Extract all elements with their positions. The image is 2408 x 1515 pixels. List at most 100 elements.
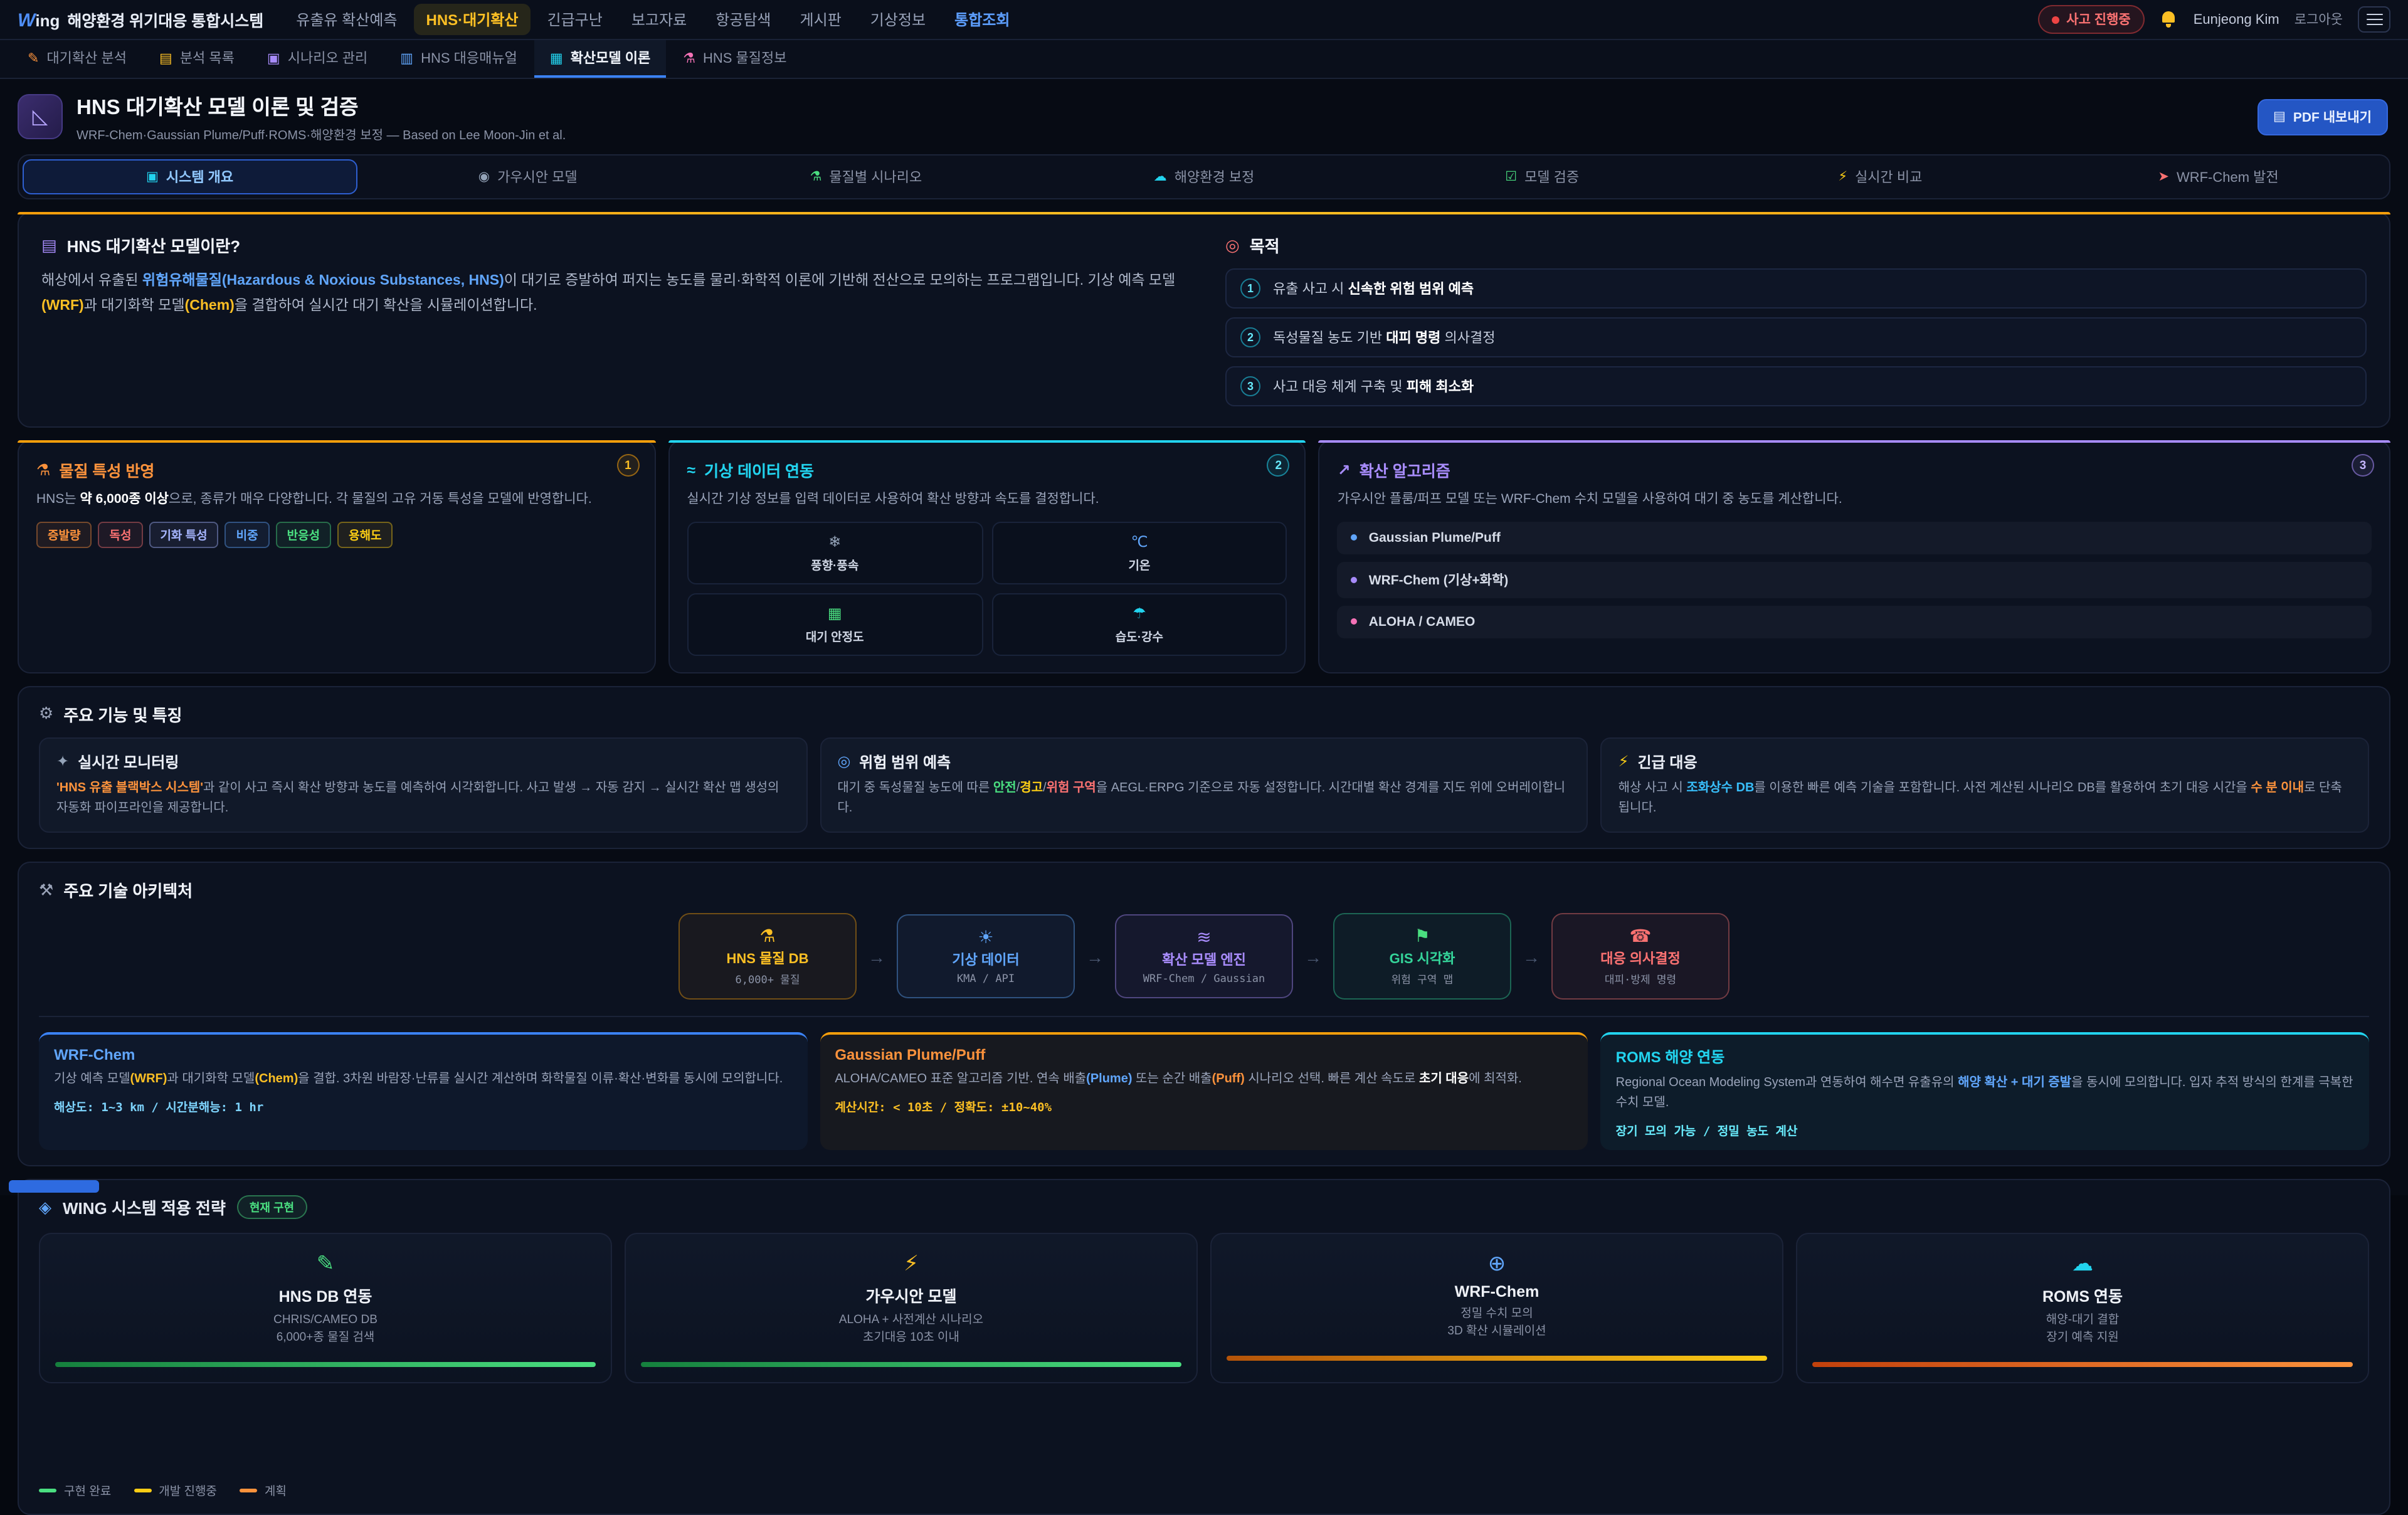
- book-icon: ▤: [41, 235, 57, 255]
- tech-wrfchem: WRF-Chem 기상 예측 모델(WRF)과 대기화학 모델(Chem)을 결…: [39, 1032, 807, 1150]
- droplet-icon: ☂: [1133, 604, 1146, 622]
- tab-substance-scenarios[interactable]: ⚗물질별 시나리오: [699, 159, 1033, 194]
- arrow-icon: →: [1086, 946, 1104, 966]
- tag-evaporation: 증발량: [36, 522, 92, 548]
- algorithm-item: ALOHA / CAMEO: [1338, 606, 2372, 638]
- section-tabs: ▣시스템 개요 ◉가우시안 모델 ⚗물질별 시나리오 ☁해양환경 보정 ☑모델 …: [18, 154, 2390, 199]
- tech-grid: WRF-Chem 기상 예측 모델(WRF)과 대기화학 모델(Chem)을 결…: [39, 1016, 2369, 1150]
- hamburger-menu-icon[interactable]: [2358, 6, 2390, 33]
- list-icon: ▤: [159, 50, 172, 66]
- status-legend: 구현 완료 개발 진행중 계획: [39, 1464, 2369, 1499]
- nav-item-reports[interactable]: 보고자료: [619, 4, 699, 35]
- feature-realtime-monitoring: ✦실시간 모니터링 'HNS 유출 블랙박스 시스템'과 같이 사고 즉시 확산…: [39, 737, 807, 833]
- subtab-scenario-management[interactable]: ▣시나리오 관리: [252, 40, 383, 78]
- flow-hns-db: ⚗HNS 물질 DB6,000+ 물질: [679, 913, 857, 1000]
- wind-icon: ≋: [1121, 927, 1287, 948]
- strategy-card-wrfchem: ⊕ WRF-Chem 정밀 수치 모의 3D 확산 시뮬레이션: [1210, 1233, 1783, 1383]
- subtab-hns-manual[interactable]: ▥HNS 대응매뉴얼: [385, 40, 532, 78]
- main-content: ▤HNS 대기확산 모델이란? 해상에서 유출된 위험유해물질(Hazardou…: [0, 212, 2408, 1515]
- trend-icon: ↗: [1338, 460, 1351, 479]
- progress-bar: [641, 1361, 1181, 1366]
- features-panel: ⚙주요 기능 및 특징 ✦실시간 모니터링 'HNS 유출 블랙박스 시스템'과…: [18, 686, 2390, 850]
- globe-icon: ⊕: [1488, 1252, 1506, 1277]
- legend-in-progress: 개발 진행중: [134, 1481, 217, 1499]
- strategy-card-gaussian: ⚡ 가우시안 모델 ALOHA + 사전계산 시나리오 초기대응 10초 이내: [625, 1233, 1198, 1383]
- strategy-card-hns-db: ✎ HNS DB 연동 CHRIS/CAMEO DB 6,000+종 물질 검색: [39, 1233, 612, 1383]
- sub-nav: ✎대기확산 분석 ▤분석 목록 ▣시나리오 관리 ▥HNS 대응매뉴얼 ▦확산모…: [0, 40, 2408, 79]
- sun-icon: ☀: [903, 927, 1069, 948]
- document-icon: ▤: [2273, 109, 2286, 124]
- page-header: ◺ HNS 대기확산 모델 이론 및 검증 WRF-Chem·Gaussian …: [0, 79, 2408, 152]
- notification-bell-icon[interactable]: [2160, 10, 2178, 29]
- subtab-hns-substance-info[interactable]: ⚗HNS 물질정보: [668, 40, 801, 78]
- tab-gaussian-model[interactable]: ◉가우시안 모델: [361, 159, 695, 194]
- strategy-title: WING 시스템 적용 전략: [63, 1195, 226, 1219]
- top-nav-right: 사고 진행중 Eunjeong Kim 로그아웃: [2037, 5, 2390, 34]
- chart-icon: ▦: [828, 604, 842, 622]
- flow-dispersion-engine: ≋확산 모델 엔진WRF-Chem / Gaussian: [1115, 914, 1293, 998]
- weather-cell-wind: ❄풍향·풍속: [687, 522, 983, 584]
- wave-icon: ☁: [1154, 169, 1167, 184]
- flask-icon: ⚗: [683, 50, 695, 66]
- phone-icon: ☎: [1558, 926, 1723, 947]
- info-cards-row: 1 ⚗물질 특성 반영 HNS는 약 6,000종 이상으로, 종류가 매우 다…: [18, 440, 2390, 673]
- legend-dash-icon: [134, 1488, 151, 1492]
- tag-reactivity: 반응성: [276, 522, 331, 548]
- pdf-export-button[interactable]: ▤PDF 내보내기: [2257, 98, 2388, 135]
- nav-item-rescue[interactable]: 긴급구난: [535, 4, 615, 35]
- nav-item-aerial-search[interactable]: 항공탐색: [703, 4, 783, 35]
- intro-block: ▤HNS 대기확산 모델이란? 해상에서 유출된 위험유해물질(Hazardou…: [41, 233, 1183, 406]
- purpose-item: 2독성물질 농도 기반 대피 명령 의사결정: [1225, 317, 2367, 357]
- subtab-model-theory[interactable]: ▦확산모델 이론: [535, 40, 665, 78]
- footer-badge[interactable]: [9, 1180, 99, 1193]
- tag-density: 비중: [225, 522, 270, 548]
- logout-button[interactable]: 로그아웃: [2294, 10, 2343, 29]
- legend-complete: 구현 완료: [39, 1481, 111, 1499]
- page-title: HNS 대기확산 모델 이론 및 검증: [77, 90, 566, 120]
- book-icon: ▥: [400, 50, 413, 66]
- tag-solubility: 용해도: [337, 522, 393, 548]
- flag-icon: ⚑: [1339, 926, 1505, 947]
- swirl-icon: ◉: [478, 169, 490, 184]
- arrow-icon: →: [1523, 946, 1540, 966]
- brand-title: 해양환경 위기대응 통합시스템: [67, 8, 263, 31]
- nav-item-hns-dispersion[interactable]: HNS·대기확산: [414, 4, 531, 35]
- purpose-block: ◎목적 1유출 사고 시 신속한 위험 범위 예측 2독성물질 농도 기반 대피…: [1225, 233, 2367, 406]
- incident-dot-icon: [2051, 16, 2059, 23]
- nav-item-board[interactable]: 게시판: [788, 4, 854, 35]
- tab-ocean-correction[interactable]: ☁해양환경 보정: [1037, 159, 1371, 194]
- card-substance-properties: 1 ⚗물질 특성 반영 HNS는 약 6,000종 이상으로, 종류가 매우 다…: [18, 440, 655, 673]
- brand-logo[interactable]: Wing해양환경 위기대응 통합시스템: [18, 8, 263, 31]
- flask-icon: ⚗: [810, 169, 822, 184]
- tab-wrfchem-evolution[interactable]: ➤WRF-Chem 발전: [2051, 159, 2385, 194]
- card-number-badge: 3: [2352, 454, 2374, 477]
- tab-system-overview[interactable]: ▣시스템 개요: [23, 159, 357, 194]
- nav-item-oil-spill[interactable]: 유출유 확산예측: [283, 4, 409, 35]
- nav-item-integrated-search[interactable]: 통합조회: [942, 4, 1022, 35]
- substance-tags: 증발량 독성 기화 특성 비중 반응성 용해도: [36, 522, 636, 548]
- legend-dash-icon: [240, 1488, 257, 1492]
- subtab-analysis-list[interactable]: ▤분석 목록: [144, 40, 250, 78]
- tech-stat: 해상도: 1~3 km / 시간분해능: 1 hr: [54, 1097, 792, 1115]
- current-implementation-badge: 현재 구현: [237, 1195, 307, 1219]
- lightning-icon: ⚡: [904, 1252, 919, 1277]
- features-title: 주요 기능 및 특징: [63, 702, 182, 726]
- construction-icon: ⚒: [39, 880, 53, 900]
- target-icon: ◎: [1225, 235, 1240, 255]
- nav-item-weather[interactable]: 기상정보: [858, 4, 938, 35]
- flask-icon: ⚗: [685, 926, 850, 947]
- card-number-badge: 1: [616, 454, 639, 477]
- tab-model-validation[interactable]: ☑모델 검증: [1375, 159, 1709, 194]
- subtab-dispersion-analysis[interactable]: ✎대기확산 분석: [13, 40, 142, 78]
- progress-bar: [1812, 1361, 2353, 1366]
- purpose-item: 3사고 대응 체계 구축 및 피해 최소화: [1225, 366, 2367, 406]
- flow-gis-visualization: ⚑GIS 시각화위험 구역 맵: [1333, 913, 1511, 1000]
- brand-w-icon: W: [18, 10, 35, 31]
- architecture-panel: ⚒주요 기술 아키텍처 ⚗HNS 물질 DB6,000+ 물질 → ☀기상 데이…: [18, 862, 2390, 1166]
- wind-icon: ≈: [687, 461, 695, 478]
- tab-realtime-comparison[interactable]: ⚡실시간 비교: [1713, 159, 2047, 194]
- arrow-icon: →: [1304, 946, 1322, 966]
- algorithm-item: WRF-Chem (기상+화학): [1338, 562, 2372, 598]
- radar-icon: ◎: [837, 753, 850, 771]
- incident-status-badge[interactable]: 사고 진행중: [2037, 5, 2144, 34]
